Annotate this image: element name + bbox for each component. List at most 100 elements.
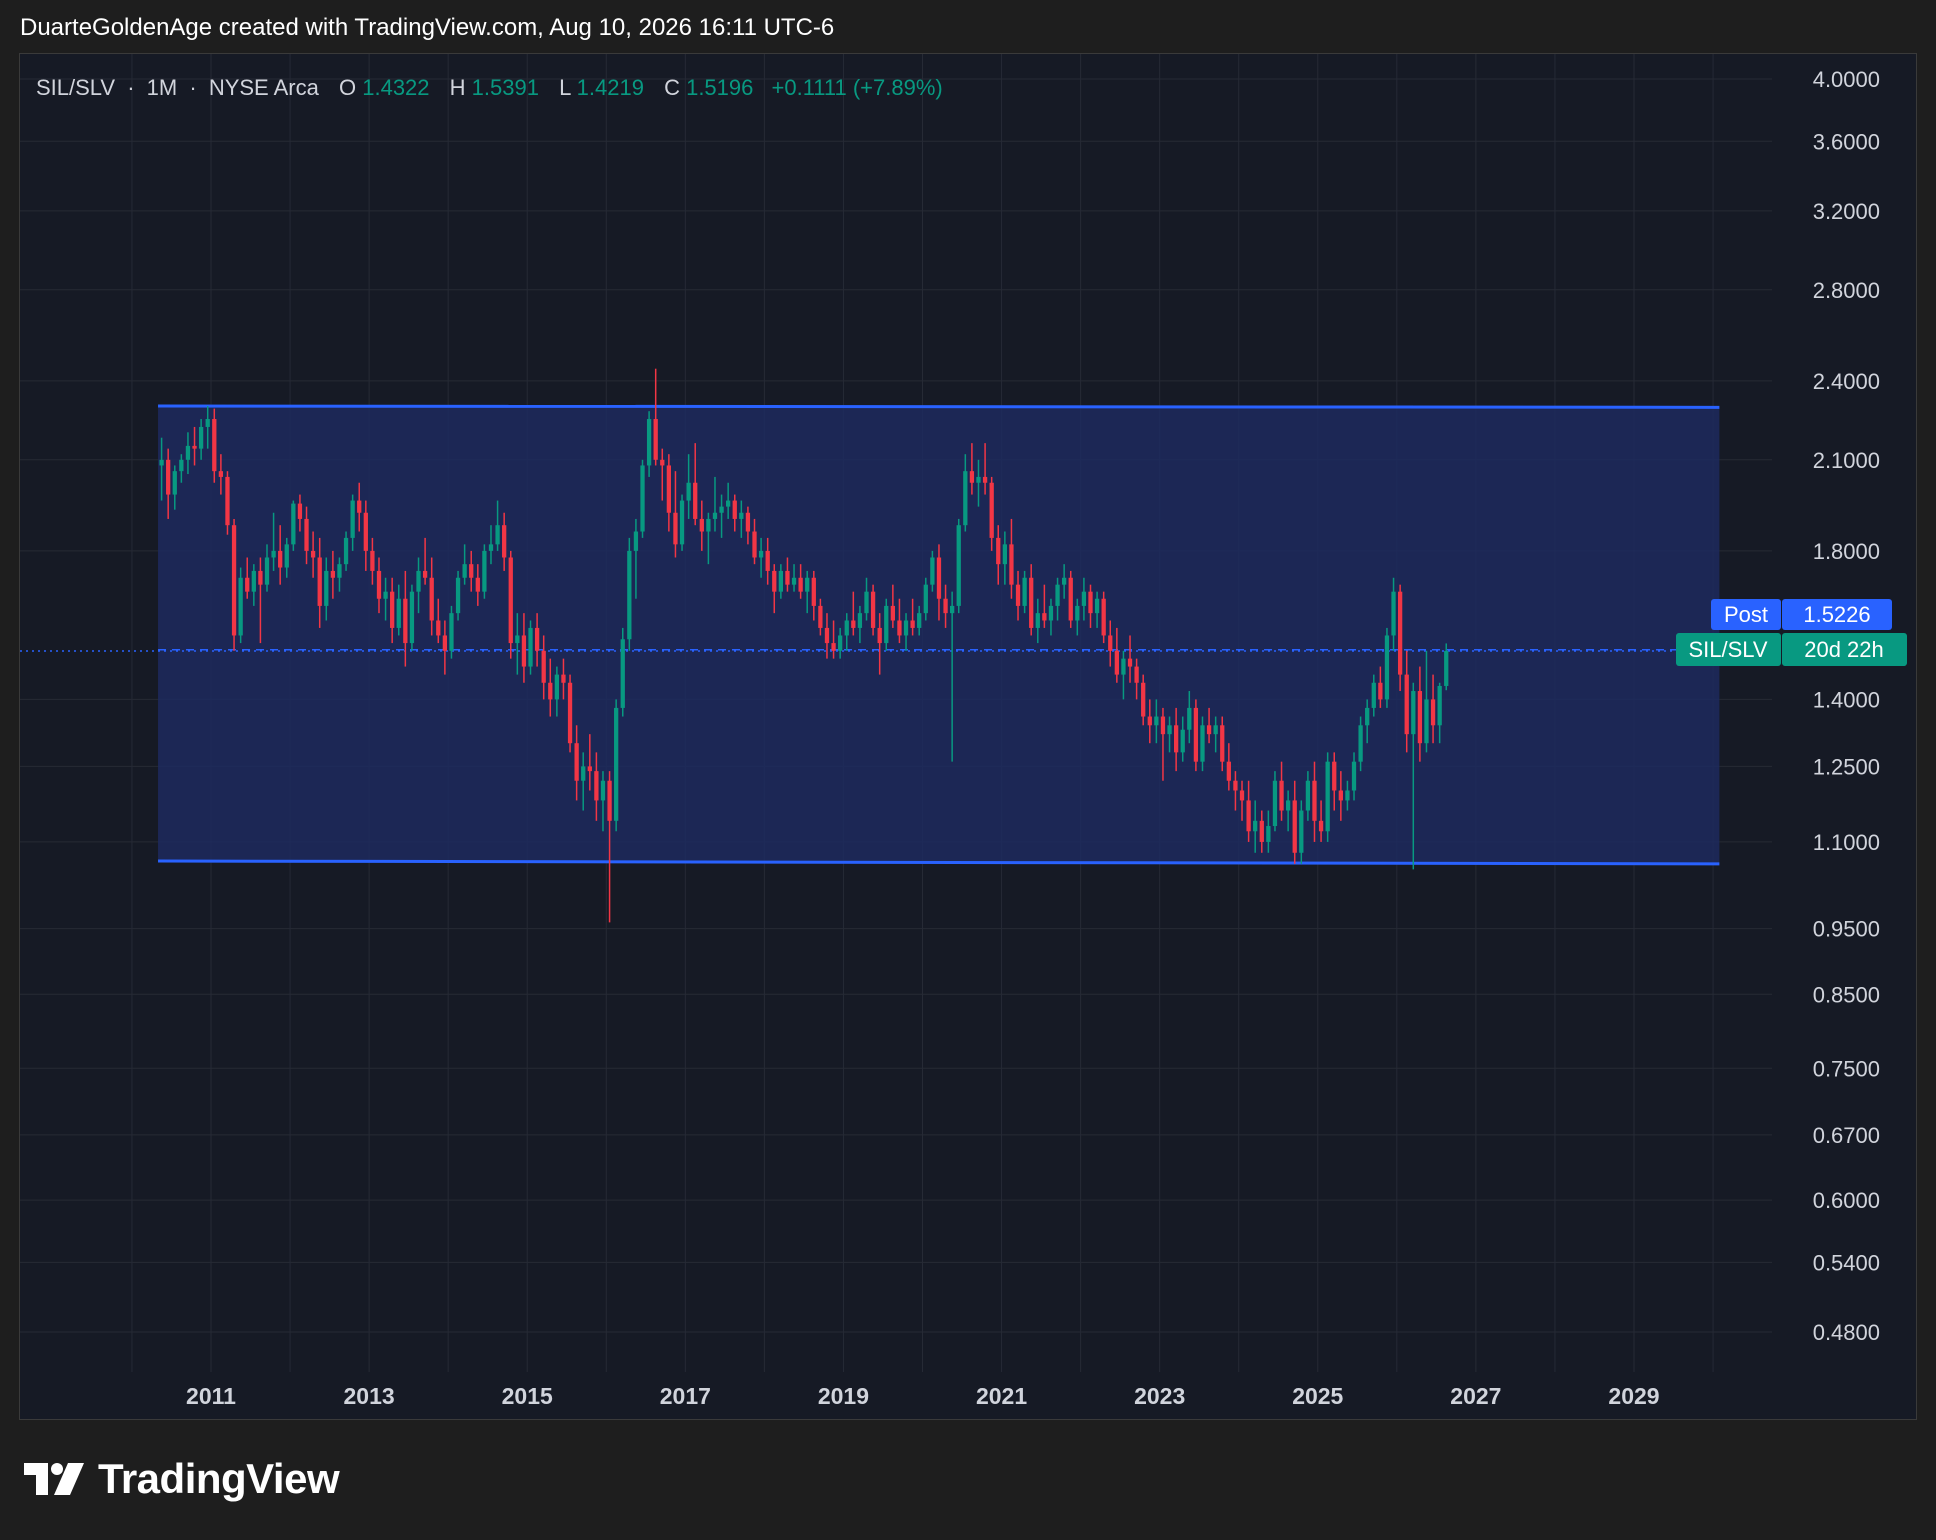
candle-body — [1121, 658, 1126, 675]
time-axis-label: 2021 — [976, 1383, 1027, 1409]
candle[interactable] — [225, 471, 230, 535]
legend-low-value: 1.4219 — [577, 75, 644, 100]
candle-body — [1009, 544, 1014, 585]
time-axis-label: 2011 — [186, 1383, 236, 1409]
candle-body — [1226, 761, 1231, 781]
candle-body — [521, 635, 527, 667]
candle-body — [739, 512, 744, 519]
candle-body — [469, 564, 474, 578]
candle-body — [581, 766, 586, 781]
candle-body — [1081, 591, 1087, 606]
candle-body — [831, 643, 836, 651]
candle-body — [1253, 820, 1258, 832]
candle[interactable] — [238, 567, 243, 644]
channel-upper-line[interactable] — [158, 404, 1720, 409]
candle[interactable] — [508, 550, 513, 659]
candle-body — [330, 570, 336, 578]
candle[interactable] — [884, 598, 889, 651]
candle-body — [185, 445, 191, 460]
candle[interactable] — [482, 544, 487, 599]
candle[interactable] — [231, 518, 237, 651]
candle[interactable] — [627, 537, 632, 651]
candle-body — [343, 537, 349, 565]
candle-body — [706, 518, 711, 532]
candle-body — [567, 682, 573, 744]
candle[interactable] — [1325, 752, 1330, 842]
symbol-label: SIL/SLV — [1688, 637, 1767, 662]
price-axis-label: 1.2500 — [1813, 754, 1880, 779]
candle[interactable] — [1384, 627, 1390, 708]
candle[interactable] — [870, 584, 876, 636]
price-axis-label: 0.7500 — [1813, 1056, 1880, 1081]
time-axis-label: 2025 — [1292, 1383, 1343, 1409]
candle-body — [693, 482, 698, 519]
legend: SIL/SLV · 1M · NYSE Arca O 1.4322 H 1.53… — [36, 75, 943, 100]
candle[interactable] — [455, 570, 461, 621]
candle-body — [982, 476, 988, 483]
legend-open-label: O — [339, 75, 356, 100]
candle-body — [1292, 800, 1297, 853]
candle[interactable] — [640, 459, 645, 538]
price-axis-label: 0.8500 — [1813, 982, 1880, 1007]
legend-exchange: NYSE Arca — [209, 75, 320, 100]
candle[interactable] — [620, 627, 625, 717]
candle-body — [462, 564, 467, 578]
time-axis-label: 2013 — [344, 1383, 395, 1409]
candle-body — [1371, 682, 1376, 708]
tradingview-logo[interactable]: TradingView — [24, 1455, 340, 1503]
candle-body — [1233, 780, 1238, 791]
candle-body — [686, 482, 691, 501]
last-price-tag[interactable]: SIL/SLV 20d 22h — [1676, 633, 1907, 666]
candle-body — [429, 577, 434, 621]
candle-body — [455, 577, 461, 614]
candle-body — [897, 620, 902, 636]
candle[interactable] — [614, 699, 619, 832]
candle-body — [403, 598, 408, 644]
candle[interactable] — [291, 500, 296, 551]
candle-body — [502, 525, 507, 558]
candle[interactable] — [409, 584, 415, 651]
post-label: Post — [1724, 602, 1768, 627]
candle-body — [1285, 800, 1291, 811]
time-axis-label: 2027 — [1450, 1383, 1501, 1409]
price-axis-label: 2.1000 — [1813, 448, 1880, 473]
price-axis-label: 3.6000 — [1813, 129, 1880, 154]
candle-body — [732, 500, 737, 519]
price-axis-label: 1.8000 — [1813, 539, 1880, 564]
candle-body — [1246, 800, 1251, 832]
candle-body — [1299, 810, 1304, 853]
candle-body — [436, 620, 441, 636]
candle-body — [640, 465, 645, 532]
candle-body — [745, 512, 751, 532]
candle-body — [205, 419, 210, 427]
candle-body — [264, 557, 270, 585]
candle-body — [1187, 707, 1192, 730]
candle-body — [1167, 725, 1172, 735]
legend-interval: 1M — [147, 75, 178, 100]
candle-body — [291, 503, 296, 545]
candle-body — [1015, 584, 1021, 606]
candle-body — [587, 766, 592, 772]
candle[interactable] — [956, 518, 961, 614]
candle[interactable] — [1068, 570, 1073, 628]
candle-body — [534, 627, 540, 651]
candle-body — [528, 627, 533, 667]
candle-body — [1411, 691, 1416, 735]
post-price-tag[interactable]: Post 1.5226 — [1711, 599, 1892, 630]
candle[interactable] — [1193, 699, 1199, 772]
candle[interactable] — [528, 620, 533, 675]
candle[interactable] — [679, 494, 685, 551]
chart-frame[interactable]: 4.0000 3.6000 3.2000 2.8000 2.4000 2.1000 1.80… — [19, 53, 1917, 1420]
candle-body — [791, 577, 797, 585]
candle-body — [370, 550, 375, 571]
candle[interactable] — [1101, 591, 1106, 644]
candle-body — [798, 577, 803, 592]
candle-body — [666, 465, 672, 513]
candle-body — [726, 500, 731, 507]
candle[interactable] — [449, 605, 454, 659]
chart-canvas[interactable]: 4.0000 3.6000 3.2000 2.8000 2.4000 2.1000 1.80… — [20, 54, 1916, 1419]
candle-body — [936, 557, 942, 599]
candle[interactable] — [567, 674, 573, 753]
candle-body — [1200, 725, 1205, 762]
legend-change: +0.1111 (+7.89%) — [772, 75, 943, 100]
